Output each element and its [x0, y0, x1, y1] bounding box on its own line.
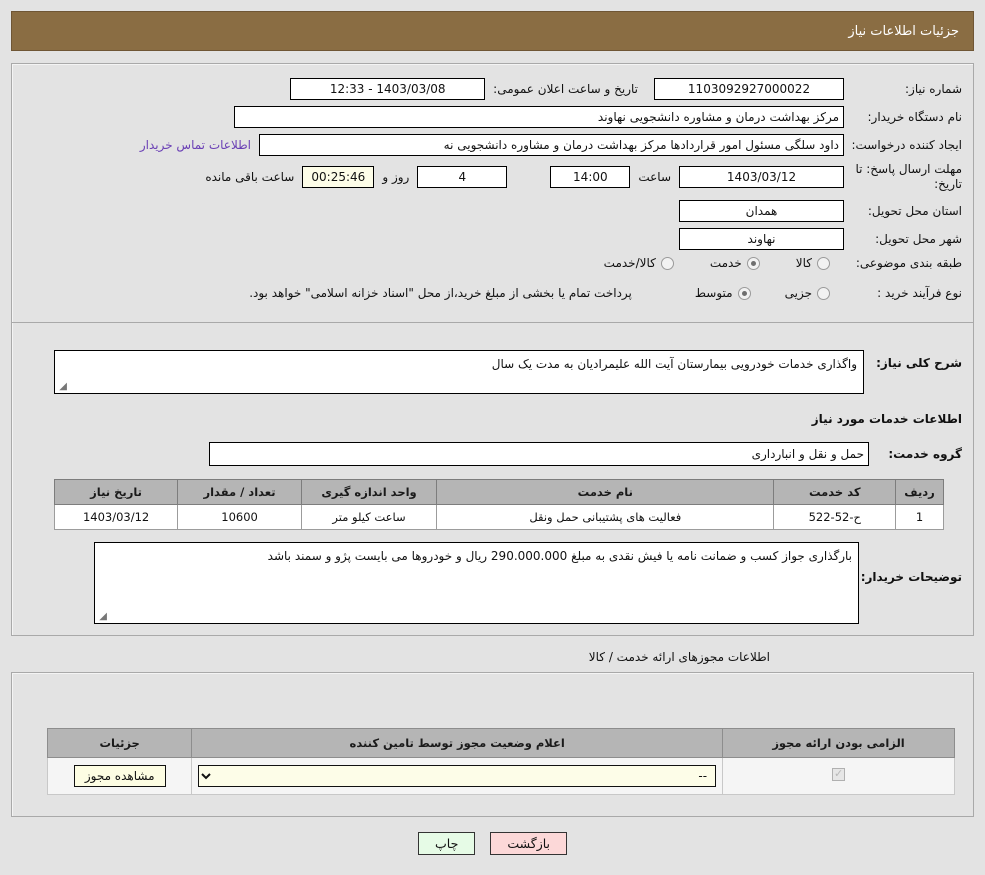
row-need-number: شماره نیاز: 1103092927000022 [654, 78, 962, 100]
row-province: استان محل تحویل: همدان [679, 200, 962, 222]
row-deadline: مهلت ارسال پاسخ: تا تاریخ: 1403/03/12 سا… [205, 162, 962, 192]
treasury-note: پرداخت تمام یا بخشی از مبلغ خرید،از محل … [249, 286, 632, 300]
announce-date-label: تاریخ و ساعت اعلان عمومی: [493, 82, 638, 96]
page-root: جزئیات اطلاعات نیاز AnaTender.net شماره … [0, 0, 985, 875]
creator-label: ایجاد کننده درخواست: [851, 138, 962, 152]
view-permit-button[interactable]: مشاهده مجوز [73, 765, 166, 787]
radio-category-khedmat[interactable]: خدمت [710, 256, 760, 270]
col-permit-status: اعلام وضعیت مجوز توسط تامین کننده [191, 728, 724, 758]
radio-khedmat-input[interactable] [746, 256, 760, 270]
col-name: نام خدمت [436, 479, 775, 505]
col-need-date: تاریخ نیاز [53, 479, 179, 505]
category-label: طبقه بندی موضوعی: [855, 256, 962, 270]
need-details-panel: شماره نیاز: 1103092927000022 تاریخ و ساع… [11, 63, 974, 636]
resize-grip-icon[interactable]: ◢ [57, 382, 67, 392]
deadline-date-field[interactable]: 1403/03/12 [679, 166, 844, 188]
remaining-hours-label: ساعت باقی مانده [205, 170, 295, 184]
general-desc-label: شرح کلی نیاز: [876, 356, 962, 370]
cell-permit-detail: مشاهده مجوز [46, 757, 193, 795]
province-field[interactable]: همدان [679, 200, 844, 222]
radio-motevaset-label: متوسط [694, 286, 733, 300]
resize-grip-icon-notes[interactable]: ◢ [97, 612, 107, 622]
radio-kala-input[interactable] [817, 256, 830, 270]
cell-row-no: 1 [895, 504, 944, 530]
cell-permit-status: -- [191, 757, 724, 795]
row-general-description: شرح کلی نیاز: واگذاری خدمات خودرویی بیما… [54, 350, 962, 394]
buyer-notes-label: توضیحات خریدار: [860, 570, 962, 584]
radio-process-jozei[interactable]: جزیی [785, 286, 830, 300]
buyer-org-field[interactable]: مرکز بهداشت درمان و مشاوره دانشجویی نهاو… [234, 106, 844, 128]
need-number-label: شماره نیاز: [905, 82, 962, 96]
radio-kala-khedmat-input[interactable] [660, 256, 674, 270]
permit-status-select[interactable]: -- [198, 765, 717, 787]
radio-category-kala[interactable]: کالا [796, 256, 830, 270]
radio-jozei-label: جزیی [784, 286, 812, 300]
back-button[interactable]: بازگشت [490, 832, 568, 855]
radio-kala-khedmat-label: کالا/خدمت [603, 256, 656, 270]
permit-panel: الزامی بودن ارائه مجوز اعلام وضعیت مجوز … [11, 672, 974, 817]
row-category: طبقه بندی موضوعی: کالا خدمت کالا/خدمت [604, 256, 962, 270]
need-number-field[interactable]: 1103092927000022 [654, 78, 844, 100]
table-row: 1 ح-52-522 فعالیت های پشتیبانی حمل ونقل … [53, 504, 944, 530]
announce-date-field[interactable]: 1403/03/08 - 12:33 [290, 78, 486, 100]
city-label: شهر محل تحویل: [875, 232, 962, 246]
creator-field[interactable]: داود سلگی مسئول امور قراردادها مرکز بهدا… [259, 134, 844, 156]
deadline-label: مهلت ارسال پاسخ: تا تاریخ: [855, 162, 962, 191]
service-table: ردیف کد خدمت نام خدمت واحد اندازه گیری ت… [53, 479, 944, 530]
process-label: نوع فرآیند خرید : [877, 286, 962, 300]
general-desc-textarea[interactable]: واگذاری خدمات خودرویی بیمارستان آیت الله… [54, 350, 864, 394]
cell-code: ح-52-522 [773, 504, 897, 530]
permit-section-note: اطلاعات مجوزهای ارائه خدمت / کالا [588, 650, 770, 664]
general-desc-value: واگذاری خدمات خودرویی بیمارستان آیت الله… [491, 357, 857, 371]
countdown-field: 00:25:46 [302, 166, 375, 188]
cell-name: فعالیت های پشتیبانی حمل ونقل [436, 504, 775, 530]
permit-table-row: -- مشاهده مجوز [46, 757, 955, 795]
cell-unit: ساعت کیلو متر [300, 504, 438, 530]
radio-khedmat-label: خدمت [709, 256, 742, 270]
deadline-time-field[interactable]: 14:00 [550, 166, 631, 188]
buyer-contact-link[interactable]: اطلاعات تماس خریدار [140, 138, 251, 152]
footer-actions: بازگشت چاپ [0, 832, 985, 855]
service-group-label: گروه خدمت: [888, 447, 962, 461]
buyer-notes-textarea[interactable]: بارگذاری جواز کسب و ضمانت نامه یا فیش نق… [94, 542, 859, 624]
print-button[interactable]: چاپ [418, 832, 476, 855]
row-buyer-org: نام دستگاه خریدار: مرکز بهداشت درمان و م… [234, 106, 962, 128]
province-label: استان محل تحویل: [867, 204, 962, 218]
radio-motevaset-input[interactable] [737, 286, 751, 300]
page-title: جزئیات اطلاعات نیاز [848, 23, 959, 39]
col-permit-detail: جزئیات [46, 728, 193, 758]
permit-table-header-row: الزامی بودن ارائه مجوز اعلام وضعیت مجوز … [46, 728, 955, 758]
cell-quantity: 10600 [177, 504, 302, 530]
row-announce-date: تاریخ و ساعت اعلان عمومی: 1403/03/08 - 1… [290, 78, 638, 100]
row-creator: ایجاد کننده درخواست: داود سلگی مسئول امو… [140, 134, 962, 156]
permit-table: الزامی بودن ارائه مجوز اعلام وضعیت مجوز … [46, 728, 955, 795]
row-purchase-process: نوع فرآیند خرید : جزیی متوسط پرداخت تمام… [249, 286, 962, 300]
row-buyer-notes: توضیحات خریدار: بارگذاری جواز کسب و ضمان… [94, 542, 962, 624]
row-city: شهر محل تحویل: نهاوند [679, 228, 962, 250]
cell-permit-required [722, 757, 955, 795]
service-table-header-row: ردیف کد خدمت نام خدمت واحد اندازه گیری ت… [53, 479, 944, 505]
radio-jozei-input[interactable] [817, 286, 830, 300]
service-group-field[interactable]: حمل و نقل و انبارداری [209, 442, 869, 466]
section-divider [12, 322, 973, 323]
radio-kala-label: کالا [795, 256, 812, 270]
city-field[interactable]: نهاوند [679, 228, 844, 250]
cell-need-date: 1403/03/12 [53, 504, 179, 530]
page-header: جزئیات اطلاعات نیاز [11, 11, 974, 51]
remaining-days-label: روز و [382, 170, 410, 184]
buyer-notes-value: بارگذاری جواز کسب و ضمانت نامه یا فیش نق… [267, 549, 852, 563]
permit-required-checkbox [832, 767, 846, 781]
services-heading: اطلاعات خدمات مورد نیاز [811, 412, 962, 426]
col-unit: واحد اندازه گیری [300, 479, 438, 505]
row-service-group: گروه خدمت: حمل و نقل و انبارداری [209, 442, 962, 466]
col-row-no: ردیف [895, 479, 944, 505]
deadline-time-label: ساعت [638, 170, 671, 184]
col-permit-required: الزامی بودن ارائه مجوز [722, 728, 955, 758]
buyer-org-label: نام دستگاه خریدار: [867, 110, 963, 124]
radio-process-motevaset[interactable]: متوسط [695, 286, 751, 300]
col-code: کد خدمت [773, 479, 897, 505]
radio-category-kala-khedmat[interactable]: کالا/خدمت [604, 256, 674, 270]
remaining-days-field[interactable]: 4 [417, 166, 508, 188]
col-quantity: تعداد / مقدار [177, 479, 302, 505]
